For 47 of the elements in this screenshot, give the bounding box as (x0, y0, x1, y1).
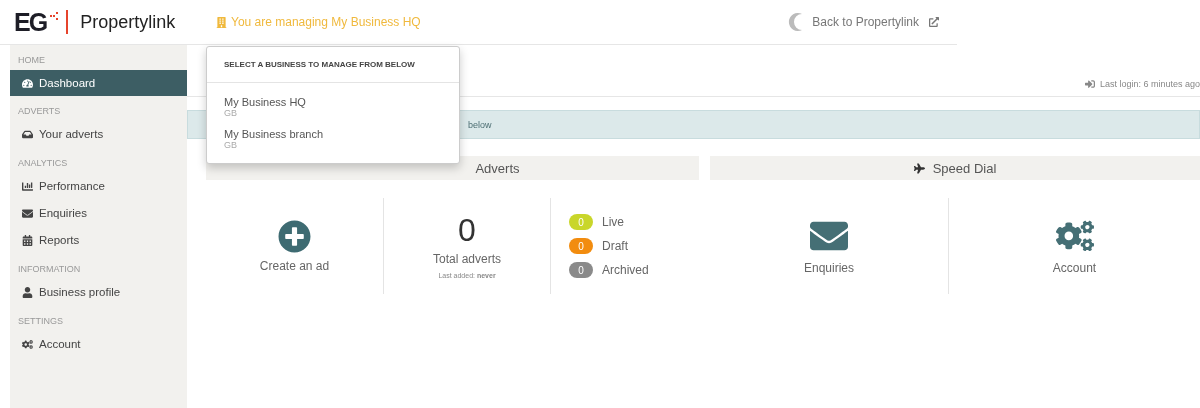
external-link-icon (929, 17, 939, 27)
business-name: My Business HQ (224, 96, 307, 108)
status-label: Live (602, 215, 624, 229)
business-country: GB (224, 108, 238, 118)
brand-name: Propertylink (80, 11, 176, 33)
login-icon (1084, 78, 1095, 89)
speed-dial-label[interactable]: Enquiries (804, 261, 854, 275)
sidebar-item[interactable]: Business profile (10, 279, 187, 305)
panel-title: Speed Dial (932, 160, 997, 176)
panel-title: Adverts (475, 160, 520, 176)
gears-icon (22, 338, 33, 350)
status-label: Archived (602, 263, 649, 277)
sidebar-item[interactable]: Enquiries (10, 200, 187, 226)
total-label: Total adverts (432, 251, 501, 266)
create-ad-label[interactable]: Create an ad (259, 258, 330, 273)
section-heading: ANALYTICS (17, 157, 69, 170)
back-link[interactable]: Back to Propertylink (788, 11, 939, 33)
dropdown-heading: SELECT A BUSINESS TO MANAGE FROM BELOW (207, 47, 459, 83)
section-heading: SETTINGS (17, 315, 64, 328)
sidebar-item[interactable]: Reports (10, 227, 187, 253)
user-icon (22, 286, 33, 298)
status-count: 0 (569, 238, 593, 254)
speed-dial-label[interactable]: Account (1052, 261, 1097, 275)
bar-chart-icon (22, 180, 33, 192)
business-name: My Business branch (224, 128, 325, 140)
calendar-icon (22, 234, 33, 246)
sidebar-item[interactable]: Dashboard (10, 70, 187, 96)
section-heading: HOME (17, 54, 46, 67)
section-heading: ADVERTS (17, 105, 62, 118)
logo-mark: EG (14, 7, 47, 37)
plus-icon[interactable] (278, 219, 311, 253)
total-count: 0 (458, 213, 476, 246)
business-country: GB (224, 140, 238, 150)
envelope-icon (22, 207, 33, 219)
sidebar-item[interactable]: Account (10, 331, 187, 357)
dashboard-icon (22, 77, 33, 89)
building-icon (216, 16, 227, 28)
sidebar-item[interactable]: Performance (10, 173, 187, 199)
section-heading: INFORMATION (17, 263, 82, 276)
last-login: Last login: 6 minutes ago (1099, 78, 1200, 89)
inbox-icon (22, 128, 33, 140)
sidebar-item[interactable]: Your adverts (10, 121, 187, 147)
status-count: 0 (569, 214, 593, 230)
status-count: 0 (569, 262, 593, 278)
status-label: Draft (602, 239, 628, 253)
dots-icon (50, 12, 59, 20)
plane-icon (913, 162, 925, 174)
